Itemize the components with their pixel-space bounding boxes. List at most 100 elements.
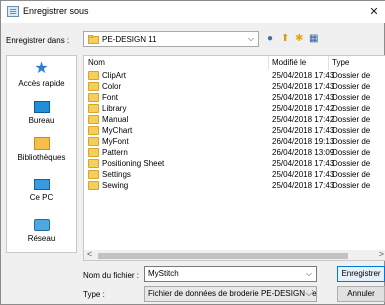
- folder-icon: [88, 126, 99, 135]
- save-dialog-icon: [7, 6, 19, 17]
- scroll-left-button[interactable]: <: [87, 249, 92, 259]
- place-libraries[interactable]: Bibliothèques: [7, 137, 76, 162]
- folder-icon: [88, 181, 99, 190]
- file-list[interactable]: ^ Nom Modifié le Type ClipArt 25/04/2018…: [83, 55, 385, 261]
- column-divider[interactable]: [328, 56, 329, 70]
- folder-icon: [88, 104, 99, 113]
- filetype-label: Type :: [83, 290, 105, 299]
- file-name: Color: [102, 82, 122, 91]
- close-button[interactable]: ✕: [363, 1, 385, 23]
- new-folder-icon[interactable]: ✱: [295, 32, 303, 46]
- window-title: Enregistrer sous: [23, 6, 89, 16]
- cancel-button[interactable]: Annuler: [337, 286, 385, 302]
- folder-icon: [88, 159, 99, 168]
- file-type: Dossier de: [332, 159, 371, 168]
- file-name: Positioning Sheet: [102, 159, 165, 168]
- chevron-down-icon: ⌵: [247, 34, 254, 43]
- file-type: Dossier de: [332, 137, 371, 146]
- place-label: Réseau: [27, 234, 56, 243]
- scroll-right-button[interactable]: >: [379, 249, 384, 259]
- star-icon: ★: [34, 60, 49, 77]
- up-folder-icon[interactable]: ⬆: [281, 32, 289, 46]
- computer-icon: [33, 179, 50, 190]
- list-item[interactable]: Color 25/04/2018 17:43 Dossier de: [84, 81, 385, 92]
- list-item[interactable]: MyChart 25/04/2018 17:43 Dossier de: [84, 125, 385, 136]
- horizontal-scrollbar[interactable]: < >: [84, 249, 385, 260]
- back-icon[interactable]: ●: [267, 32, 273, 46]
- file-type: Dossier de: [332, 181, 371, 190]
- file-type: Dossier de: [332, 93, 371, 102]
- file-date: 25/04/2018 17:43: [272, 126, 335, 135]
- place-label: Accès rapide: [18, 79, 65, 88]
- list-item[interactable]: Font 25/04/2018 17:43 Dossier de: [84, 92, 385, 103]
- column-header-date[interactable]: Modifié le: [272, 56, 306, 70]
- libraries-icon: [33, 137, 50, 150]
- place-label: Bureau: [28, 116, 55, 125]
- list-item[interactable]: Positioning Sheet 25/04/2018 17:43 Dossi…: [84, 158, 385, 169]
- list-item[interactable]: Library 25/04/2018 17:42 Dossier de: [84, 103, 385, 114]
- file-date: 26/04/2018 13:09: [272, 148, 335, 157]
- folder-icon: [88, 35, 99, 44]
- list-item[interactable]: Pattern 26/04/2018 13:09 Dossier de: [84, 147, 385, 158]
- desktop-icon: [33, 101, 50, 113]
- title-bar: Enregistrer sous ✕: [1, 1, 385, 23]
- scrollbar-thumb[interactable]: [98, 253, 348, 259]
- column-header-type[interactable]: Type: [332, 56, 349, 70]
- file-date: 25/04/2018 17:43: [272, 71, 335, 80]
- file-date: 25/04/2018 17:43: [272, 82, 335, 91]
- file-date: 25/04/2018 17:43: [272, 159, 335, 168]
- file-date: 25/04/2018 17:43: [272, 93, 335, 102]
- file-type: Dossier de: [332, 148, 371, 157]
- folder-icon: [88, 71, 99, 80]
- folder-icon: [88, 115, 99, 124]
- view-menu-icon[interactable]: ▦: [309, 32, 318, 46]
- place-label: Ce PC: [29, 193, 54, 202]
- folder-icon: [88, 148, 99, 157]
- list-item[interactable]: Settings 25/04/2018 17:43 Dossier de: [84, 169, 385, 180]
- file-type: Dossier de: [332, 170, 371, 179]
- place-desktop[interactable]: Bureau: [7, 101, 76, 125]
- filetype-dropdown[interactable]: Fichier de données de broderie PE-DESIGN…: [144, 286, 317, 302]
- folder-icon: [88, 137, 99, 146]
- file-date: 26/04/2018 19:13: [272, 137, 335, 146]
- filename-input[interactable]: MyStitch ⌵: [144, 266, 317, 282]
- file-type: Dossier de: [332, 104, 371, 113]
- folder-icon: [88, 93, 99, 102]
- file-date: 25/04/2018 17:43: [272, 170, 335, 179]
- filename-label: Nom du fichier :: [83, 271, 140, 280]
- column-divider[interactable]: [268, 56, 269, 70]
- filename-value: MyStitch: [148, 269, 179, 278]
- place-network[interactable]: Réseau: [7, 219, 76, 243]
- file-name: Settings: [102, 170, 131, 179]
- file-name: MyFont: [102, 137, 129, 146]
- file-type: Dossier de: [332, 115, 371, 124]
- chevron-down-icon[interactable]: ⌵: [306, 267, 312, 281]
- file-date: 25/04/2018 17:43: [272, 181, 335, 190]
- list-item[interactable]: Sewing 25/04/2018 17:43 Dossier de: [84, 180, 385, 191]
- list-item[interactable]: MyFont 26/04/2018 19:13 Dossier de: [84, 136, 385, 147]
- file-name: ClipArt: [102, 71, 127, 80]
- file-type: Dossier de: [332, 126, 371, 135]
- file-date: 25/04/2018 17:42: [272, 104, 335, 113]
- chevron-down-icon: ⌵: [305, 287, 312, 301]
- place-label: Bibliothèques: [17, 153, 66, 162]
- save-in-label: Enregistrer dans :: [6, 36, 70, 45]
- file-name: Sewing: [102, 181, 129, 190]
- place-quick-access[interactable]: ★ Accès rapide: [7, 60, 76, 89]
- save-in-dropdown[interactable]: PE-DESIGN 11 ⌵: [83, 31, 259, 47]
- sort-ascending-icon: ^: [179, 55, 183, 60]
- column-header-name[interactable]: Nom: [88, 56, 105, 70]
- network-icon: [33, 219, 50, 231]
- file-name: Library: [102, 104, 127, 113]
- folder-icon: [88, 170, 99, 179]
- file-name: MyChart: [102, 126, 133, 135]
- save-button[interactable]: Enregistrer: [337, 266, 385, 282]
- file-name: Pattern: [102, 148, 128, 157]
- save-as-dialog: Enregistrer sous ✕ Enregistrer dans : PE…: [0, 0, 385, 305]
- list-item[interactable]: Manual 25/04/2018 17:42 Dossier de: [84, 114, 385, 125]
- save-in-value: PE-DESIGN 11: [102, 35, 157, 44]
- file-name: Font: [102, 93, 119, 102]
- folder-icon: [88, 82, 99, 91]
- list-item[interactable]: ClipArt 25/04/2018 17:43 Dossier de: [84, 70, 385, 81]
- place-this-pc[interactable]: Ce PC: [7, 179, 76, 202]
